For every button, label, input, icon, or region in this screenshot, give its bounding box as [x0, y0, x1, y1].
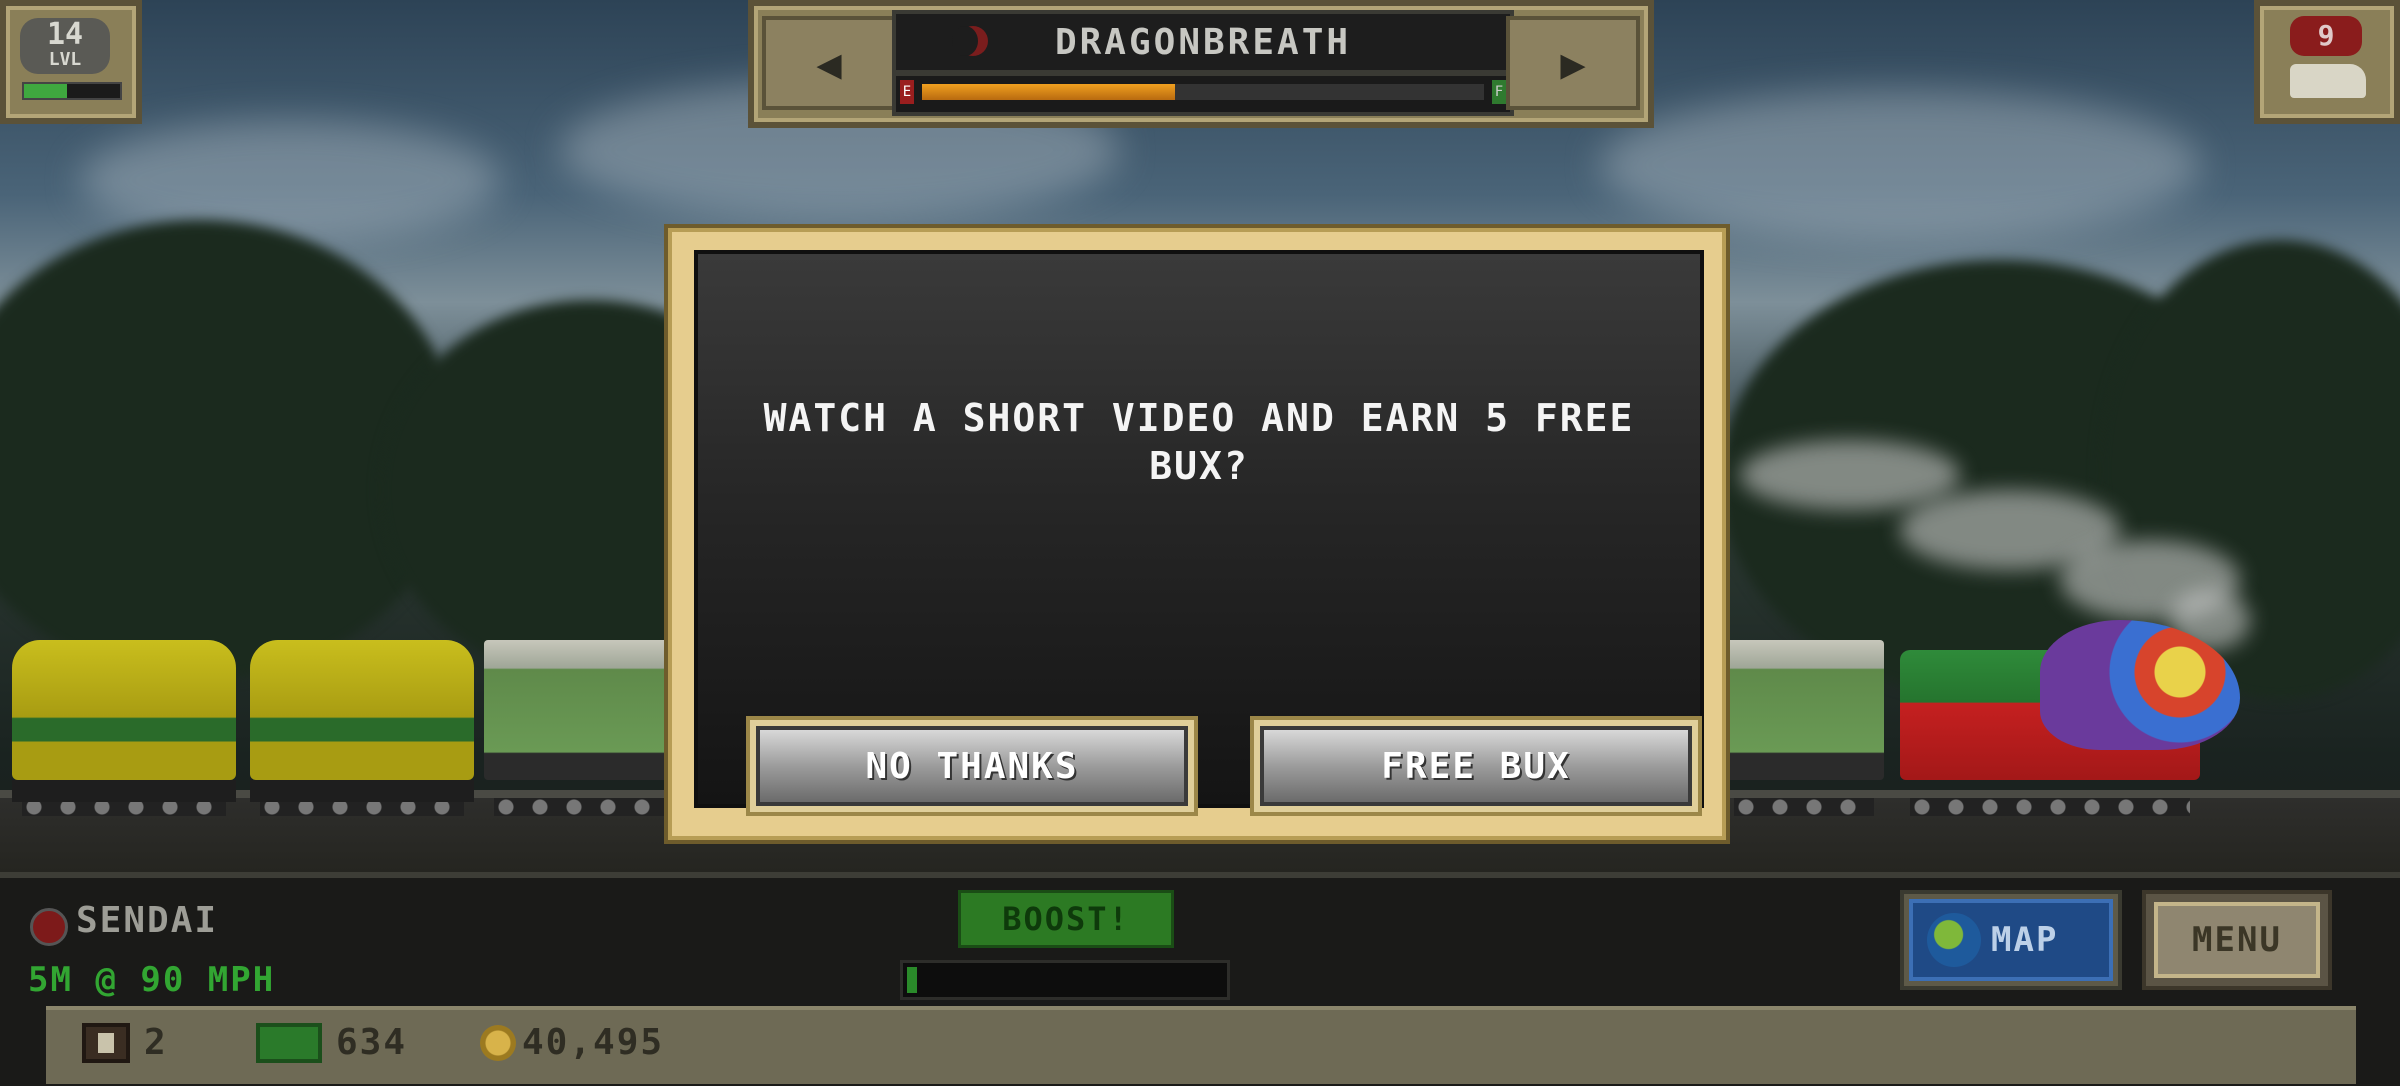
cloud	[80, 120, 500, 240]
level-indicator[interactable]: 14 LVL	[0, 0, 142, 124]
fuel-level-fill	[922, 84, 1175, 100]
next-train-button[interactable]: ▶	[1506, 16, 1640, 110]
xp-progress-bar	[22, 82, 122, 100]
prev-train-button[interactable]: ◀	[762, 16, 896, 110]
left-arrow-icon: ◀	[816, 38, 842, 88]
level-label: LVL	[48, 49, 82, 70]
passenger-car	[484, 640, 684, 816]
fuel-track	[922, 84, 1484, 100]
dialog-message: WATCH A SHORT VIDEO AND EARN 5 FREE BUX?	[763, 396, 1635, 488]
station-icon	[30, 908, 68, 946]
fuel-gauge: E F	[892, 72, 1514, 116]
no-thanks-label: NO THANKS	[756, 726, 1188, 806]
map-button[interactable]: MAP	[1900, 890, 2122, 990]
fuel-full-marker: F	[1492, 80, 1506, 104]
coins-count: 40,495	[522, 1022, 665, 1063]
globe-icon	[1927, 913, 1981, 967]
tank-car	[250, 640, 474, 816]
coin-icon	[480, 1024, 516, 1061]
free-bux-button[interactable]: FREE BUX	[1250, 716, 1702, 816]
moon-icon	[952, 26, 988, 56]
passenger-indicator[interactable]: 9	[2254, 0, 2400, 124]
cloud	[1600, 90, 2200, 240]
resource-strip: 2 634 40,495	[46, 1006, 2356, 1084]
free-bux-label: FREE BUX	[1260, 726, 1692, 806]
right-arrow-icon: ▶	[1560, 38, 1586, 88]
boost-progress-fill	[907, 967, 917, 993]
bottom-status-bar: SENDAI 5M @ 90 MPH BOOST! MAP MENU 2 634…	[0, 872, 2400, 1086]
xp-progress-fill	[24, 84, 68, 98]
train-name: DRAGONBREATH	[1054, 21, 1352, 63]
menu-label: MENU	[2154, 902, 2320, 978]
dialog-body: WATCH A SHORT VIDEO AND EARN 5 FREE BUX?…	[694, 250, 1704, 816]
boost-button[interactable]: BOOST!	[958, 890, 1174, 948]
train-icon	[2290, 64, 2366, 98]
tank-car	[12, 640, 236, 816]
menu-button[interactable]: MENU	[2142, 890, 2332, 990]
passenger-count: 9	[2290, 16, 2362, 56]
crates-counter: 2	[82, 1022, 168, 1063]
map-label: MAP	[1991, 920, 2059, 960]
smoke	[1740, 440, 1960, 510]
level-badge: 14 LVL	[20, 18, 110, 74]
cash-icon	[256, 1022, 322, 1063]
no-thanks-button[interactable]: NO THANKS	[746, 716, 1198, 816]
fuel-empty-marker: E	[900, 80, 914, 104]
crates-count: 2	[144, 1022, 168, 1063]
distance-speed-readout: 5M @ 90 MPH	[28, 960, 276, 1000]
train-name-box: DRAGONBREATH	[892, 10, 1514, 74]
bux-count: 634	[336, 1022, 408, 1063]
boost-progress-bar	[900, 960, 1230, 1000]
crate-icon	[82, 1022, 130, 1063]
station-name: SENDAI	[76, 900, 219, 941]
map-button-face: MAP	[1909, 899, 2113, 981]
level-number: 14	[46, 17, 84, 52]
passenger-car	[1724, 640, 1884, 816]
free-bux-dialog: WATCH A SHORT VIDEO AND EARN 5 FREE BUX?…	[668, 228, 1726, 840]
coins-counter: 40,495	[480, 1022, 664, 1063]
bux-counter: 634	[256, 1022, 407, 1063]
train-selector: ◀ DRAGONBREATH E F ▶	[748, 0, 1654, 128]
